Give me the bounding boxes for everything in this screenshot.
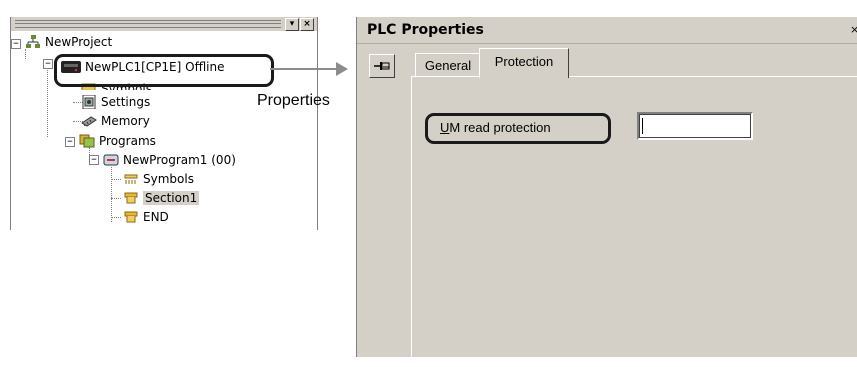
tree-item-section1[interactable]: Section1: [123, 190, 200, 206]
tree-item-label: Symbols: [143, 172, 194, 186]
um-read-protection-label: UM read protection: [440, 120, 551, 135]
tree-item-label: Programs: [99, 134, 156, 148]
tree-line: [111, 217, 121, 218]
close-icon[interactable]: ×: [300, 18, 314, 31]
project-tree-pane: ▾ × − − − − NewProject NewPLC1[CP1E] Off…: [10, 17, 318, 230]
programs-icon: [79, 134, 95, 148]
titlebar-grip: [15, 20, 281, 28]
collapse-toggle-program1[interactable]: −: [89, 155, 99, 165]
tree-item-program1[interactable]: NewProgram1 (00): [103, 152, 236, 168]
tab-protection[interactable]: Protection: [479, 48, 569, 78]
section-icon: [123, 191, 139, 205]
collapse-toggle-project[interactable]: −: [11, 39, 21, 49]
tree-line: [47, 67, 48, 137]
dialog-title: PLC Properties: [367, 22, 484, 38]
tree-item-memory[interactable]: Memory: [81, 113, 150, 129]
pin-icon: [374, 62, 390, 70]
tree-item-end[interactable]: END: [123, 209, 169, 225]
symbols-icon: [123, 172, 139, 186]
tab-general[interactable]: General: [415, 53, 481, 78]
tree-line: [111, 167, 112, 222]
um-read-protection-highlight: UM read protection: [425, 113, 611, 144]
tree-item-project[interactable]: NewProject: [25, 34, 112, 50]
plc-properties-dialog: PLC Properties × General Protection UM r…: [356, 17, 857, 367]
collapse-toggle-plc[interactable]: −: [43, 59, 53, 69]
tree-item-label: NewProgram1 (00): [123, 153, 236, 167]
arrow-right-icon: [336, 62, 348, 76]
tree-line: [111, 198, 121, 199]
tree-line: [111, 179, 121, 180]
label-text: M read protection: [449, 120, 551, 135]
tree-titlebar: ▾ ×: [11, 17, 317, 31]
memory-icon: [81, 114, 97, 128]
pin-button[interactable]: [369, 54, 395, 78]
tree-item-program-symbols[interactable]: Symbols: [123, 171, 194, 187]
callout-label: Properties: [257, 92, 330, 109]
mnemonic-letter: U: [440, 120, 450, 135]
text-caret: [642, 118, 643, 134]
tree-line: [25, 49, 26, 59]
program-icon: [103, 153, 119, 167]
dialog-titlebar: PLC Properties ×: [357, 17, 857, 44]
tree-item-settings[interactable]: Settings: [81, 94, 150, 110]
tree-item-label: Memory: [101, 114, 150, 128]
network-icon: [25, 35, 41, 49]
settings-icon: [81, 94, 97, 110]
tree-item-label: Settings: [101, 95, 151, 109]
collapse-button[interactable]: ▾: [285, 18, 299, 31]
tree-item-programs[interactable]: Programs: [79, 133, 156, 149]
section-icon: [123, 210, 139, 224]
collapse-toggle-programs[interactable]: −: [65, 137, 75, 147]
tree-item-label: Section1: [143, 191, 200, 205]
tree-item-label: NewProject: [45, 35, 113, 49]
close-icon[interactable]: ×: [850, 23, 857, 36]
callout-arrow-line: [270, 68, 338, 70]
callout-highlight-box: [54, 54, 274, 87]
tree-item-label: END: [143, 210, 169, 224]
um-read-protection-input[interactable]: [637, 112, 753, 140]
